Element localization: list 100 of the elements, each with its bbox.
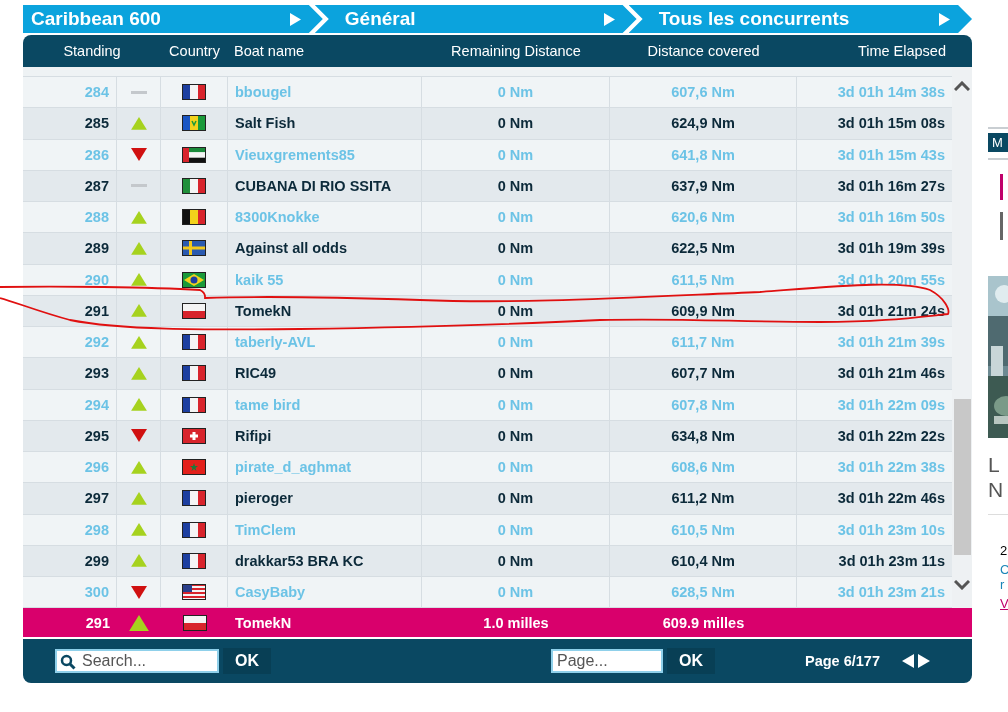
distance-covered: 610,4 Nm [671,552,735,569]
distance-covered: 641,8 Nm [671,146,735,163]
standing-cell: 293 [84,365,109,382]
column-header: Distance covered [646,43,761,59]
boat-name: TomekN [235,614,292,631]
previous-page-button[interactable] [902,654,914,669]
flag-icon [182,427,206,444]
flag-icon [182,365,206,382]
scroll-up-icon[interactable] [954,81,970,91]
time-elapsed: 3d 01h 22m 09s [837,396,945,413]
remaining-distance: 0 Nm [497,146,534,163]
search-icon [60,654,76,671]
standing-cell: 291 [85,614,110,631]
page-ok-button[interactable]: OK [667,648,715,675]
remaining-distance: 0 Nm [497,271,534,288]
time-elapsed: 3d 01h 15m 08s [837,115,945,132]
distance-covered: 610,5 Nm [671,521,735,538]
remaining-distance: 1.0 milles [483,614,549,631]
search-field[interactable]: Search... [55,649,219,674]
standing-cell: 287 [84,177,109,194]
time-elapsed: 3d 01h 22m 22s [837,427,945,444]
standing-cell: 298 [84,521,109,538]
boat-name: Vieuxgrements85 [235,146,355,163]
distance-covered: 607,6 Nm [671,84,735,101]
flag-icon [182,334,206,351]
boat-name: 8300Knokke [235,209,320,226]
page-field[interactable]: Page... [551,649,663,674]
flag-icon [182,584,206,601]
flag-icon [182,177,206,194]
remaining-distance: 0 Nm [497,209,534,226]
column-header: Standing [62,43,122,59]
remaining-distance: 0 Nm [497,521,534,538]
time-elapsed: 3d 01h 14m 38s [837,84,945,101]
article-date: 2 [1000,543,1008,558]
boat-name: pirate_d_aghmat [235,459,352,476]
distance-covered: 611,2 Nm [671,490,735,507]
distance-covered: 611,7 Nm [671,334,735,351]
standing-cell: 285 [84,115,109,132]
remaining-distance: 0 Nm [497,334,534,351]
boat-name: tame bird [235,396,301,413]
boat-name: drakkar53 BRA KC [235,552,364,569]
boat-name: pieroger [235,490,293,507]
boat-name: CasyBaby [235,584,306,601]
boat-name: CUBANA DI RIO SSITA [235,177,392,194]
flag-icon [182,209,206,226]
flag-icon [182,552,206,569]
flag-icon [182,271,206,288]
time-elapsed: 3d 01h 21m 39s [837,334,945,351]
standing-cell: 300 [84,584,109,601]
flag-icon [182,146,206,163]
remaining-distance: 0 Nm [497,177,534,194]
boat-name: Rifipi [235,427,272,444]
time-elapsed: 3d 01h 16m 50s [837,209,945,226]
flag-icon [182,521,206,538]
remaining-distance: 0 Nm [497,490,534,507]
time-elapsed: 3d 01h 19m 39s [837,240,945,257]
flag-icon [182,459,206,476]
distance-covered: 609.9 milles [662,614,745,631]
standing-cell: 290 [84,271,109,288]
flag-icon [182,490,206,507]
boat-name: taberly-AVL [235,334,316,351]
distance-covered: 620,6 Nm [671,209,735,226]
scrollbar-thumb[interactable] [954,399,971,555]
search-ok-button[interactable]: OK [223,648,271,675]
time-elapsed: 3d 01h 21m 46s [837,365,945,382]
play-icon [289,12,301,26]
boat-name: bbougel [235,84,292,101]
column-header: Time Elapsed [856,43,947,59]
standing-cell: 286 [84,146,109,163]
time-elapsed: 3d 01h 15m 43s [837,146,945,163]
remaining-distance: 0 Nm [497,84,534,101]
standing-cell: 284 [84,84,109,101]
time-elapsed: 3d 01h 23m 10s [837,521,945,538]
remaining-distance: 0 Nm [497,115,534,132]
column-header: Remaining Distance [450,43,582,59]
distance-covered: 634,8 Nm [671,427,735,444]
standing-cell: 297 [84,490,109,507]
standing-cell: 296 [84,459,109,476]
standing-cell: 295 [84,427,109,444]
distance-covered: 609,9 Nm [671,302,735,319]
distance-covered: 637,9 Nm [671,177,735,194]
remaining-distance: 0 Nm [497,240,534,257]
scroll-down-icon[interactable] [954,580,970,591]
time-elapsed: 3d 01h 22m 46s [837,490,945,507]
boat-name: Against all odds [235,240,347,257]
time-elapsed: 3d 01h 22m 38s [837,459,945,476]
column-header: Country [168,43,221,59]
column-header: Boat name [233,43,306,59]
distance-covered: 607,8 Nm [671,396,735,413]
time-elapsed: 3d 01h 23m 21s [837,584,945,601]
standing-cell: 288 [84,209,109,226]
next-page-button[interactable] [918,654,930,669]
time-elapsed: 3d 01h 23m 11s [838,552,945,569]
distance-covered: 622,5 Nm [671,240,735,257]
article-link[interactable]: V [1000,596,1008,611]
distance-covered: 608,6 Nm [671,459,735,476]
remaining-distance: 0 Nm [497,396,534,413]
distance-covered: 611,5 Nm [671,271,735,288]
boat-name: TomekN [235,302,292,319]
standing-cell: 292 [84,334,109,351]
